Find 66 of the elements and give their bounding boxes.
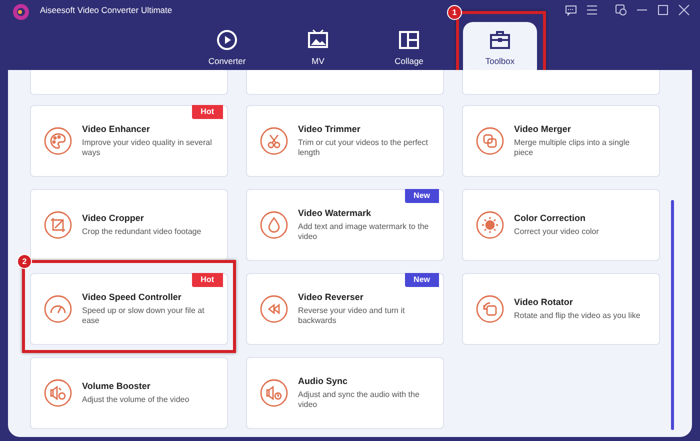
overlapping-squares-icon	[475, 126, 505, 156]
scissors-icon	[259, 126, 289, 156]
tool-title: Video Watermark	[298, 208, 372, 218]
tool-title: Video Trimmer	[298, 124, 362, 134]
tab[interactable]: Toolbox	[463, 22, 537, 70]
play-circle-icon	[216, 29, 238, 51]
new-badge: New	[404, 189, 439, 203]
screen-icon[interactable]	[615, 4, 627, 16]
hot-badge: Hot	[192, 105, 223, 119]
tool-description: Merge multiple clips into a single piece	[514, 138, 631, 158]
maximize-icon[interactable]	[657, 4, 669, 16]
tool-card[interactable]: New Video Reverser Reverse your video and turn it backwards	[246, 273, 444, 345]
sun-icon	[475, 210, 505, 240]
rewind-icon	[259, 294, 289, 324]
tool-title: Audio Sync	[298, 376, 349, 386]
step-number: 2	[17, 254, 32, 269]
hot-badge: Hot	[192, 273, 223, 287]
tool-description: Speed up or slow down your file at ease	[82, 306, 206, 326]
toolbox-icon	[489, 29, 511, 51]
tool-title: Video Rotator	[514, 297, 574, 307]
tool-description: Trim or cut your videos to the perfect length	[298, 138, 429, 158]
tool-description: Correct your video color	[514, 227, 599, 237]
app-logo-icon	[12, 3, 32, 21]
new-badge: New	[404, 273, 439, 287]
tab[interactable]: Collage	[372, 22, 446, 70]
speaker-clock-icon	[43, 378, 73, 408]
palette-icon	[43, 126, 73, 156]
tool-description: Add text and image watermark to the video	[298, 222, 429, 242]
droplet-icon	[259, 210, 289, 240]
tool-card[interactable]: Audio Sync Adjust and sync the audio with the video	[246, 357, 444, 429]
tool-description: Reverse your video and turn it backwards	[298, 306, 406, 326]
tool-description: Rotate and flip the video as you like	[514, 311, 640, 321]
tool-card[interactable]: Video Cropper Crop the redundant video footage	[30, 189, 228, 261]
tool-description: Improve your video quality in several ways	[82, 138, 213, 158]
tool-card[interactable]: New Video Watermark Add text and image watermark to the video	[246, 189, 444, 261]
tool-card[interactable]: Video Trimmer Trim or cut your videos to the perfect length	[246, 105, 444, 177]
close-icon[interactable]	[678, 4, 690, 16]
tool-title: Video Enhancer	[82, 124, 151, 134]
tool-title: Video Reverser	[298, 292, 364, 302]
tool-title: Video Cropper	[82, 213, 145, 223]
tab[interactable]: Converter	[190, 22, 264, 70]
tab[interactable]: MV	[281, 22, 355, 70]
gauge-icon	[43, 294, 73, 324]
menu-icon[interactable]	[586, 5, 598, 15]
scrollbar[interactable]	[671, 200, 674, 430]
speaker-clock-icon	[259, 378, 289, 408]
tool-card[interactable]: Color Correction Correct your video color	[462, 189, 660, 261]
layout-icon	[398, 29, 420, 51]
tool-title: Video Speed Controller	[82, 292, 182, 302]
tool-description: Crop the redundant video footage	[82, 227, 202, 237]
window-title: Aiseesoft Video Converter Ultimate	[40, 5, 172, 15]
tool-title: Volume Booster	[82, 381, 152, 391]
tool-description: Adjust the volume of the video	[82, 395, 190, 405]
picture-icon	[307, 29, 329, 51]
tool-card[interactable]: Hot Video Speed Controller Speed up or slow down your file at ease	[30, 273, 228, 345]
rotate-icon	[475, 294, 505, 324]
tool-card[interactable]: Hot Video Enhancer Improve your video quality in several ways	[30, 105, 228, 177]
tool-card[interactable]: Video Rotator Rotate and flip the video as you like	[462, 273, 660, 345]
tool-description: Adjust and sync the audio with the video	[298, 390, 420, 410]
step-number: 1	[447, 5, 462, 20]
tool-title: Video Merger	[514, 124, 572, 134]
tool-title: Color Correction	[514, 213, 587, 223]
chat-icon[interactable]	[565, 4, 577, 16]
crop-icon	[43, 210, 73, 240]
tool-card[interactable]: Video Merger Merge multiple clips into a single piece	[462, 105, 660, 177]
tool-card[interactable]: Volume Booster Adjust the volume of the video	[30, 357, 228, 429]
